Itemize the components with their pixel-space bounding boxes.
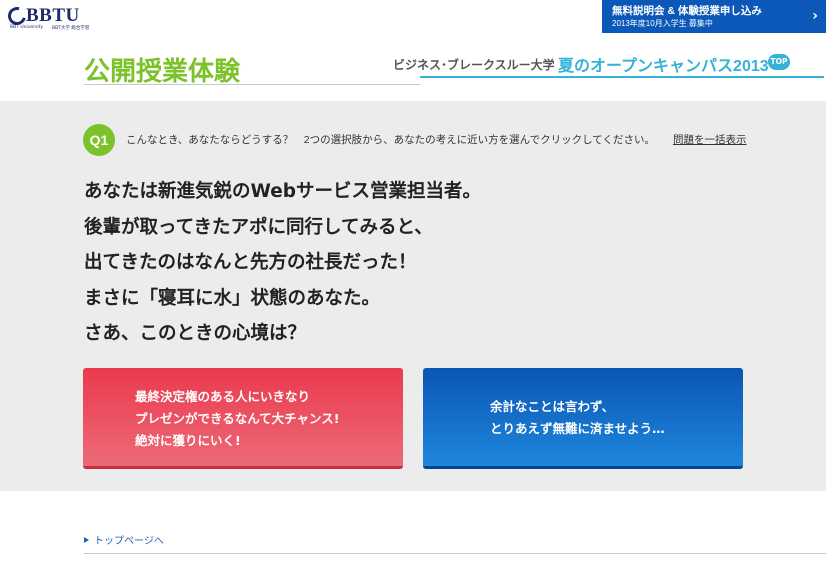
logo-subtitle-right: BBT大学 総合学習 <box>52 26 90 31</box>
logo-subtitle-left: BBT University <box>10 25 44 30</box>
choice-a-button[interactable]: 最終決定権のある人にいきなり プレゼンができるなんて大チャンス! 絶対に獲りにい… <box>83 368 403 469</box>
footer-divider <box>84 553 826 554</box>
question-line: 後輩が取ってきたアポに同行してみると、 <box>84 216 433 238</box>
question-line: あなたは新進気鋭のWebサービス営業担当者。 <box>84 181 482 202</box>
title-divider <box>84 84 420 85</box>
triangle-right-icon <box>84 537 89 543</box>
info-session-signup-button[interactable]: 無料説明会 & 体験授業申し込み 2013年度10月入学生 募集中 › <box>602 0 826 33</box>
choice-a-line: プレゼンができるなんて大チャンス! <box>135 411 340 426</box>
top-page-link[interactable]: トップページへ <box>84 532 164 547</box>
logo-text: BBTU <box>26 5 80 26</box>
chevron-right-icon: › <box>812 8 818 24</box>
choice-a-line: 最終決定権のある人にいきなり <box>135 389 311 404</box>
choice-a-line: 絶対に獲りにいく! <box>135 433 241 448</box>
question-text: あなたは新進気鋭のWebサービス営業担当者。 後輩が取ってきたアポに同行してみる… <box>84 180 481 358</box>
brand-name: ビジネス･ブレークスルー大学 <box>393 58 555 72</box>
campaign-divider <box>420 76 824 78</box>
top-page-link-label: トップページへ <box>94 536 164 547</box>
top-link-badge[interactable]: TOP <box>768 54 790 70</box>
choice-b-button[interactable]: 余計なことは言わず、 とりあえず無難に済ませよう… <box>423 368 743 469</box>
cta-title: 無料説明会 & 体験授業申し込み <box>612 5 762 17</box>
question-instruction: こんなとき、あなたならどうする？ 2つの選択肢から、あなたの考えに近い方を選んで… <box>126 134 655 146</box>
campaign-title: 夏のオープンキャンパス2013 <box>558 58 769 75</box>
choice-b-line: 余計なことは言わず、 <box>490 399 615 414</box>
question-line: まさに「寝耳に水」状態のあなた。 <box>84 287 381 309</box>
show-all-questions-link[interactable]: 問題を一括表示 <box>673 132 747 147</box>
cta-subtitle: 2013年度10月入学生 募集中 <box>612 19 713 28</box>
question-line: 出てきたのはなんと先方の社長だった！ <box>84 252 417 273</box>
question-line: さあ、このときの心境は？ <box>84 323 307 344</box>
choice-b-line: とりあえず無難に済ませよう… <box>490 421 665 436</box>
question-number-badge: Q1 <box>83 124 115 156</box>
page-title: 公開授業体験 <box>84 57 241 87</box>
bbtu-logo[interactable]: BBTU BBT University BBT大学 総合学習 <box>4 3 100 32</box>
